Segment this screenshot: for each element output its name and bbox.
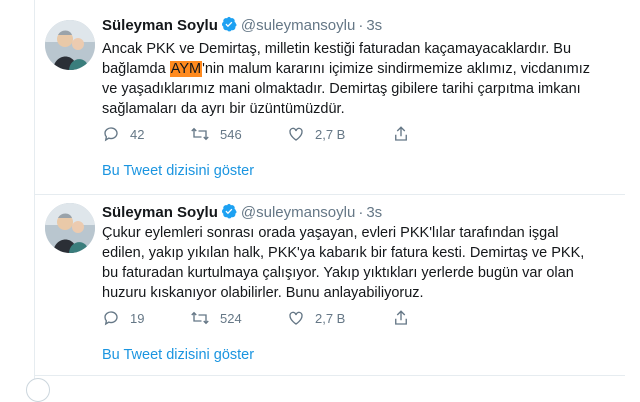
author-handle[interactable]: @suleymansoylu: [241, 204, 355, 221]
separator-dot: ·: [358, 17, 364, 34]
tweet-timestamp[interactable]: 3s: [366, 204, 382, 221]
tweet-timestamp[interactable]: 3s: [366, 17, 382, 34]
tweet[interactable]: Süleyman Soylu @suleymansoylu · 3s Çukur ey…: [35, 195, 625, 385]
retweet-button[interactable]: 546: [190, 125, 242, 143]
heart-icon: [287, 309, 305, 327]
retweet-count: 524: [220, 310, 242, 326]
like-count: 2,7 B: [315, 310, 346, 326]
separator-dot: ·: [358, 204, 364, 221]
reply-icon: [102, 309, 120, 327]
retweet-button[interactable]: 524: [190, 309, 242, 327]
verified-badge-icon: [221, 16, 237, 36]
next-tweet-avatar[interactable]: [26, 378, 50, 402]
tweet-feed: Süleyman Soylu @suleymansoylu · 3s Ancak PK…: [34, 0, 625, 385]
highlighted-text: AYM: [169, 61, 203, 77]
like-button[interactable]: 2,7 B: [287, 309, 345, 327]
tweet-text: Çukur eylemleri sonrası orada yaşayan, e…: [102, 225, 585, 301]
reply-count: 19: [130, 310, 145, 326]
avatar[interactable]: [45, 203, 95, 253]
verified-badge-icon: [221, 203, 237, 223]
retweet-icon: [190, 309, 210, 327]
retweet-count: 546: [220, 126, 242, 142]
share-button[interactable]: [392, 125, 410, 143]
reply-button[interactable]: 19: [102, 309, 144, 327]
tweet[interactable]: Süleyman Soylu @suleymansoylu · 3s Ancak PK…: [35, 0, 625, 195]
share-icon: [392, 309, 410, 327]
tweet-actions: 42 546 2,7 B: [102, 125, 462, 147]
like-button[interactable]: 2,7 B: [287, 125, 345, 143]
heart-icon: [287, 125, 305, 143]
retweet-icon: [190, 125, 210, 143]
tweet-actions: 19 524 2,7 B: [102, 309, 462, 331]
share-button[interactable]: [392, 309, 410, 327]
tweet-header: Süleyman Soylu @suleymansoylu · 3s: [102, 203, 382, 223]
tweet-text: Ancak PKK ve Demirtaş, milletin kestiği …: [102, 39, 602, 119]
author-handle[interactable]: @suleymansoylu: [241, 17, 355, 34]
show-thread-link[interactable]: Bu Tweet dizisini göster: [102, 347, 254, 363]
author-name[interactable]: Süleyman Soylu: [102, 17, 218, 34]
reply-icon: [102, 125, 120, 143]
author-name[interactable]: Süleyman Soylu: [102, 204, 218, 221]
like-count: 2,7 B: [315, 126, 346, 142]
tweet-header: Süleyman Soylu @suleymansoylu · 3s: [102, 16, 382, 36]
show-thread-link[interactable]: Bu Tweet dizisini göster: [102, 163, 254, 179]
reply-button[interactable]: 42: [102, 125, 144, 143]
avatar[interactable]: [45, 20, 95, 70]
reply-count: 42: [130, 126, 145, 142]
share-icon: [392, 125, 410, 143]
tweet-divider: [35, 375, 625, 376]
